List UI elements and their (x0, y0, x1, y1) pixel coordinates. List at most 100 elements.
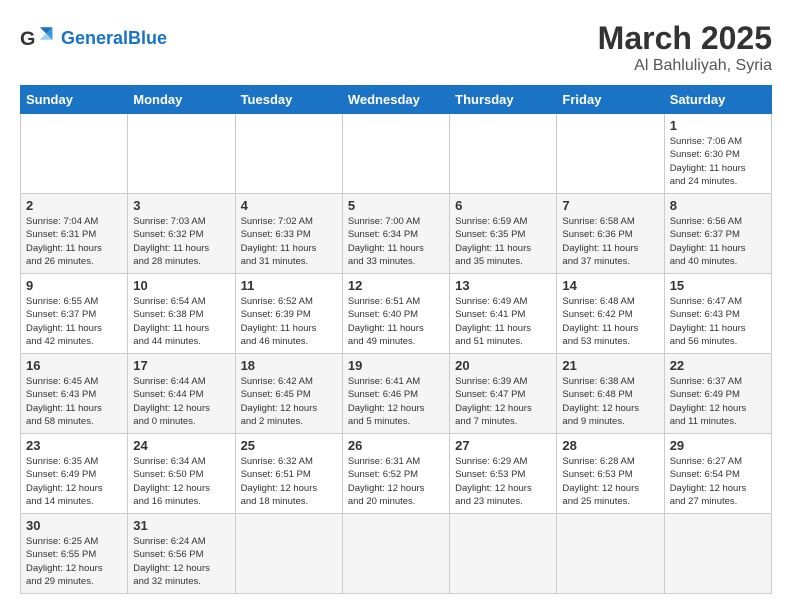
day-number: 26 (348, 438, 444, 453)
day-info: Sunrise: 6:55 AM Sunset: 6:37 PM Dayligh… (26, 295, 122, 348)
day-number: 9 (26, 278, 122, 293)
day-info: Sunrise: 6:45 AM Sunset: 6:43 PM Dayligh… (26, 375, 122, 428)
calendar-cell: 24 Sunrise: 6:34 AM Sunset: 6:50 PM Dayli… (128, 434, 235, 514)
weekday-saturday: Saturday (664, 86, 771, 114)
calendar-cell (557, 514, 664, 594)
calendar-cell: 13Sunrise: 6:49 AM Sunset: 6:41 PM Dayli… (450, 274, 557, 354)
calendar-cell (342, 514, 449, 594)
calendar-cell (557, 114, 664, 194)
day-number: 17 (133, 358, 229, 373)
location-title: Al Bahluliyah, Syria (598, 57, 772, 75)
weekday-friday: Friday (557, 86, 664, 114)
day-info: Sunrise: 6:28 AM Sunset: 6:53 PM Dayligh… (562, 455, 658, 508)
week-row-1: 1Sunrise: 7:06 AM Sunset: 6:30 PM Daylig… (21, 114, 772, 194)
weekday-tuesday: Tuesday (235, 86, 342, 114)
calendar-cell: 3 Sunrise: 7:03 AM Sunset: 6:32 PM Daylig… (128, 194, 235, 274)
logo-general: General (61, 28, 128, 48)
calendar-cell: 17Sunrise: 6:44 AM Sunset: 6:44 PM Dayli… (128, 354, 235, 434)
day-number: 13 (455, 278, 551, 293)
calendar-cell: 11Sunrise: 6:52 AM Sunset: 6:39 PM Dayli… (235, 274, 342, 354)
svg-text:G: G (20, 28, 35, 50)
calendar-cell: 25Sunrise: 6:32 AM Sunset: 6:51 PM Dayli… (235, 434, 342, 514)
day-number: 8 (670, 198, 766, 213)
day-number: 4 (241, 198, 337, 213)
calendar-cell: 10 Sunrise: 6:54 AM Sunset: 6:38 PM Dayli… (128, 274, 235, 354)
day-info: Sunrise: 6:56 AM Sunset: 6:37 PM Dayligh… (670, 215, 766, 268)
day-info: Sunrise: 6:52 AM Sunset: 6:39 PM Dayligh… (241, 295, 337, 348)
day-number: 31 (133, 518, 229, 533)
month-title: March 2025 (598, 20, 772, 57)
day-number: 3 (133, 198, 229, 213)
day-number: 16 (26, 358, 122, 373)
day-info: Sunrise: 6:42 AM Sunset: 6:45 PM Dayligh… (241, 375, 337, 428)
day-info: Sunrise: 6:41 AM Sunset: 6:46 PM Dayligh… (348, 375, 444, 428)
calendar-cell: 16 Sunrise: 6:45 AM Sunset: 6:43 PM Dayli… (21, 354, 128, 434)
day-number: 30 (26, 518, 122, 533)
calendar-cell: 21 Sunrise: 6:38 AM Sunset: 6:48 PM Dayli… (557, 354, 664, 434)
calendar-cell (128, 114, 235, 194)
logo-text: GeneralBlue (61, 28, 167, 49)
day-info: Sunrise: 6:25 AM Sunset: 6:55 PM Dayligh… (26, 535, 122, 588)
day-info: Sunrise: 7:03 AM Sunset: 6:32 PM Dayligh… (133, 215, 229, 268)
day-info: Sunrise: 6:24 AM Sunset: 6:56 PM Dayligh… (133, 535, 229, 588)
calendar-cell: 4 Sunrise: 7:02 AM Sunset: 6:33 PM Daylig… (235, 194, 342, 274)
day-info: Sunrise: 7:02 AM Sunset: 6:33 PM Dayligh… (241, 215, 337, 268)
day-number: 2 (26, 198, 122, 213)
calendar-cell (342, 114, 449, 194)
header: G GeneralBlue March 2025 Al Bahluliyah, … (20, 20, 772, 75)
week-row-2: 2 Sunrise: 7:04 AM Sunset: 6:31 PM Daylig… (21, 194, 772, 274)
calendar-table: SundayMondayTuesdayWednesdayThursdayFrid… (20, 85, 772, 594)
weekday-monday: Monday (128, 86, 235, 114)
calendar-cell (235, 114, 342, 194)
calendar-cell: 19 Sunrise: 6:41 AM Sunset: 6:46 PM Dayli… (342, 354, 449, 434)
week-row-5: 23Sunrise: 6:35 AM Sunset: 6:49 PM Dayli… (21, 434, 772, 514)
calendar-cell: 12Sunrise: 6:51 AM Sunset: 6:40 PM Dayli… (342, 274, 449, 354)
day-number: 6 (455, 198, 551, 213)
day-info: Sunrise: 6:31 AM Sunset: 6:52 PM Dayligh… (348, 455, 444, 508)
day-info: Sunrise: 6:37 AM Sunset: 6:49 PM Dayligh… (670, 375, 766, 428)
calendar-cell: 7 Sunrise: 6:58 AM Sunset: 6:36 PM Daylig… (557, 194, 664, 274)
day-info: Sunrise: 7:04 AM Sunset: 6:31 PM Dayligh… (26, 215, 122, 268)
day-number: 14 (562, 278, 658, 293)
day-number: 21 (562, 358, 658, 373)
day-info: Sunrise: 6:34 AM Sunset: 6:50 PM Dayligh… (133, 455, 229, 508)
day-number: 7 (562, 198, 658, 213)
calendar-cell (450, 114, 557, 194)
calendar-cell: 29Sunrise: 6:27 AM Sunset: 6:54 PM Dayli… (664, 434, 771, 514)
day-number: 20 (455, 358, 551, 373)
weekday-wednesday: Wednesday (342, 86, 449, 114)
weekday-thursday: Thursday (450, 86, 557, 114)
logo-blue: Blue (128, 28, 167, 48)
week-row-6: 30 Sunrise: 6:25 AM Sunset: 6:55 PM Dayli… (21, 514, 772, 594)
day-info: Sunrise: 6:58 AM Sunset: 6:36 PM Dayligh… (562, 215, 658, 268)
day-info: Sunrise: 6:27 AM Sunset: 6:54 PM Dayligh… (670, 455, 766, 508)
title-block: March 2025 Al Bahluliyah, Syria (598, 20, 772, 75)
day-number: 15 (670, 278, 766, 293)
day-number: 10 (133, 278, 229, 293)
day-number: 22 (670, 358, 766, 373)
day-info: Sunrise: 6:59 AM Sunset: 6:35 PM Dayligh… (455, 215, 551, 268)
calendar-cell (235, 514, 342, 594)
day-number: 12 (348, 278, 444, 293)
day-info: Sunrise: 6:54 AM Sunset: 6:38 PM Dayligh… (133, 295, 229, 348)
calendar-cell: 6 Sunrise: 6:59 AM Sunset: 6:35 PM Daylig… (450, 194, 557, 274)
calendar-cell: 27Sunrise: 6:29 AM Sunset: 6:53 PM Dayli… (450, 434, 557, 514)
day-number: 24 (133, 438, 229, 453)
calendar-container: G GeneralBlue March 2025 Al Bahluliyah, … (0, 0, 792, 614)
logo: G GeneralBlue (20, 20, 167, 56)
day-number: 27 (455, 438, 551, 453)
day-number: 18 (241, 358, 337, 373)
week-row-4: 16 Sunrise: 6:45 AM Sunset: 6:43 PM Dayli… (21, 354, 772, 434)
day-info: Sunrise: 6:38 AM Sunset: 6:48 PM Dayligh… (562, 375, 658, 428)
day-info: Sunrise: 7:06 AM Sunset: 6:30 PM Dayligh… (670, 135, 766, 188)
calendar-cell: 18 Sunrise: 6:42 AM Sunset: 6:45 PM Dayli… (235, 354, 342, 434)
day-number: 19 (348, 358, 444, 373)
logo-icon: G (20, 20, 56, 56)
day-number: 28 (562, 438, 658, 453)
calendar-cell: 30 Sunrise: 6:25 AM Sunset: 6:55 PM Dayli… (21, 514, 128, 594)
calendar-cell: 28 Sunrise: 6:28 AM Sunset: 6:53 PM Dayli… (557, 434, 664, 514)
day-number: 25 (241, 438, 337, 453)
day-info: Sunrise: 6:48 AM Sunset: 6:42 PM Dayligh… (562, 295, 658, 348)
day-number: 23 (26, 438, 122, 453)
calendar-cell: 1Sunrise: 7:06 AM Sunset: 6:30 PM Daylig… (664, 114, 771, 194)
